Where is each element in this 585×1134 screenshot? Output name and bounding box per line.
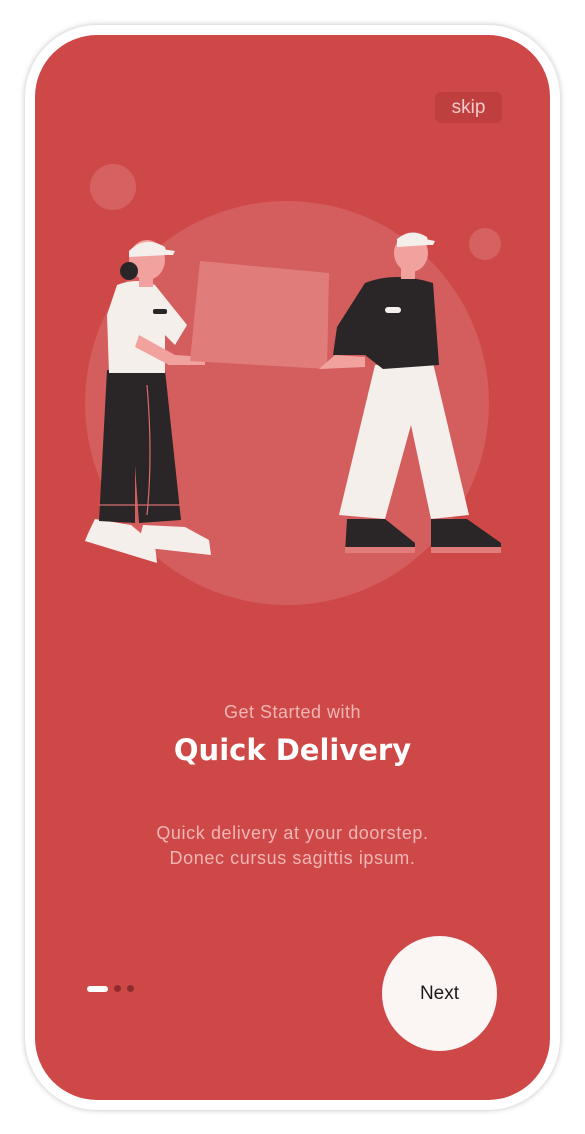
phone-frame: skip Get Started with Quick Delivery Qui… (25, 25, 560, 1110)
package-box (190, 261, 329, 369)
small-circle-right (469, 228, 501, 260)
onboarding-screen: skip Get Started with Quick Delivery Qui… (35, 35, 550, 1100)
page-dot[interactable] (114, 985, 121, 992)
page-dot[interactable] (127, 985, 134, 992)
page-indicator (87, 985, 134, 992)
next-button[interactable]: Next (382, 936, 497, 1051)
delivery-illustration (85, 164, 501, 605)
page-dot-active[interactable] (87, 985, 108, 992)
small-circle-left (90, 164, 136, 210)
description-line-1: Quick delivery at your doorstep. (156, 823, 429, 843)
description-line-2: Donec cursus sagittis ipsum. (169, 848, 416, 868)
onboarding-description: Quick delivery at your doorstep. Donec c… (35, 821, 550, 871)
onboarding-subtitle: Get Started with (223, 702, 362, 722)
onboarding-title: Quick Delivery (173, 733, 412, 767)
